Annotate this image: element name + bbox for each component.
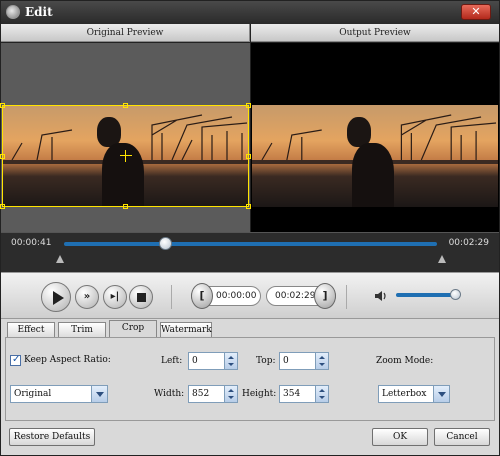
volume-icon[interactable] — [374, 289, 388, 303]
crop-handle-b[interactable] — [123, 204, 128, 209]
output-video-frame — [252, 105, 498, 207]
edit-window: Edit ✕ Original Preview Output Preview 0… — [0, 0, 500, 456]
original-preview-label: Original Preview — [1, 24, 250, 42]
original-preview-pane[interactable] — [0, 43, 251, 232]
play-button[interactable] — [41, 282, 71, 312]
tab-watermark[interactable]: Watermark — [160, 322, 212, 337]
next-frame-icon: ▸| — [110, 291, 120, 302]
trim-start-marker[interactable] — [56, 255, 64, 263]
close-button[interactable]: ✕ — [461, 4, 491, 20]
crop-handle-t[interactable] — [123, 103, 128, 108]
top-spinner[interactable]: 0 — [279, 352, 329, 370]
volume-thumb[interactable] — [450, 289, 461, 300]
tab-strip: Effect Trim Crop Watermark — [1, 319, 499, 338]
width-spinner[interactable]: 852 — [188, 385, 238, 403]
set-start-button[interactable]: [ — [191, 283, 213, 309]
chevron-down-icon[interactable] — [91, 386, 107, 402]
fast-forward-button[interactable]: » — [75, 285, 99, 309]
aspect-ratio-value: Original — [14, 389, 52, 399]
set-end-button[interactable]: ] — [314, 283, 336, 309]
ok-button[interactable]: OK — [372, 428, 428, 446]
height-spin-arrows[interactable] — [315, 386, 328, 402]
left-spinner[interactable]: 0 — [188, 352, 238, 370]
crop-handle-bl[interactable] — [0, 204, 5, 209]
width-value: 852 — [192, 389, 210, 399]
zoom-mode-value: Letterbox — [382, 389, 427, 399]
current-time: 00:00:41 — [11, 238, 52, 248]
left-value: 0 — [192, 356, 198, 366]
app-icon — [6, 5, 20, 19]
title-bar: Edit ✕ — [1, 1, 499, 24]
stop-icon — [137, 293, 146, 302]
output-preview-label: Output Preview — [251, 24, 499, 42]
volume-track[interactable] — [396, 293, 458, 297]
divider — [346, 285, 347, 309]
crop-handle-l[interactable] — [0, 154, 5, 159]
crop-rectangle[interactable] — [0, 103, 251, 209]
trim-end-marker[interactable] — [438, 255, 446, 263]
restore-defaults-button[interactable]: Restore Defaults — [9, 428, 95, 446]
total-time: 00:02:29 — [448, 238, 489, 248]
next-frame-button[interactable]: ▸| — [103, 285, 127, 309]
divider — [171, 285, 172, 309]
crop-handle-tl[interactable] — [0, 103, 5, 108]
zoom-mode-label: Zoom Mode: — [376, 356, 434, 366]
timeline-bar: 00:00:41 00:02:29 — [1, 232, 499, 272]
cancel-button[interactable]: Cancel — [434, 428, 490, 446]
crop-center-crosshair[interactable] — [120, 150, 132, 162]
chevron-down-icon[interactable] — [433, 386, 449, 402]
tab-crop[interactable]: Crop — [109, 320, 157, 338]
seek-thumb[interactable] — [158, 237, 172, 250]
transport-bar: » ▸| 00:00:00 [ 00:02:29 ] — [1, 272, 499, 319]
seek-track[interactable] — [64, 242, 437, 246]
tab-trim[interactable]: Trim — [58, 322, 106, 337]
height-spinner[interactable]: 354 — [279, 385, 329, 403]
output-preview-pane — [251, 43, 499, 232]
height-label: Height: — [242, 389, 277, 399]
preview-area: Original Preview Output Preview — [0, 24, 499, 232]
top-label: Top: — [256, 356, 276, 366]
window-title: Edit — [25, 5, 53, 19]
left-label: Left: — [161, 356, 183, 366]
keep-aspect-label: Keep Aspect Ratio: — [24, 355, 111, 365]
zoom-mode-select[interactable]: Letterbox — [378, 385, 450, 403]
aspect-ratio-select[interactable]: Original — [10, 385, 108, 403]
left-spin-arrows[interactable] — [224, 353, 237, 369]
height-value: 354 — [283, 389, 301, 399]
tab-effect[interactable]: Effect — [7, 322, 55, 337]
play-icon — [53, 291, 64, 305]
width-spin-arrows[interactable] — [224, 386, 237, 402]
crop-panel: Keep Aspect Ratio: Left: 0 Top: 0 Zoom M… — [5, 337, 495, 421]
dialog-footer: Restore Defaults OK Cancel — [1, 422, 499, 455]
stop-button[interactable] — [129, 285, 153, 309]
top-spin-arrows[interactable] — [315, 353, 328, 369]
top-value: 0 — [283, 356, 289, 366]
keep-aspect-checkbox[interactable] — [10, 354, 21, 366]
width-label: Width: — [154, 389, 185, 399]
fast-forward-icon: » — [83, 291, 91, 302]
